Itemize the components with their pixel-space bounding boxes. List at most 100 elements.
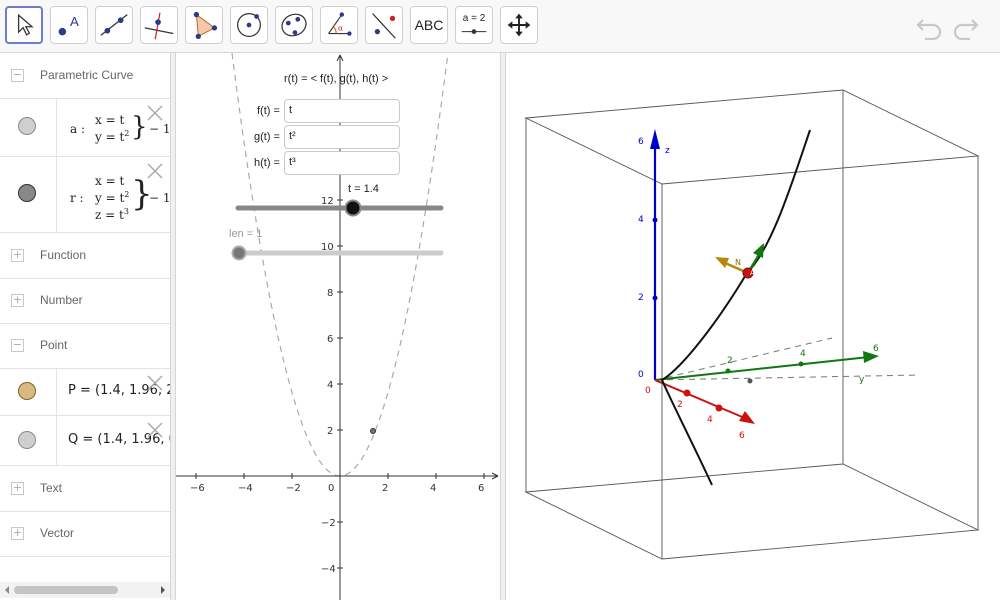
row-separator [56, 415, 57, 465]
y-tick-label: 2 [727, 356, 733, 366]
row-separator [56, 368, 57, 415]
list-item-curve-a[interactable]: a : x = t y = t2 } − 10 [0, 98, 170, 157]
undo-button[interactable] [915, 12, 945, 41]
z-axis-label: z [665, 146, 670, 156]
angle-icon: α [328, 12, 352, 36]
delete-icon[interactable] [146, 374, 164, 392]
line-tool-button[interactable] [95, 6, 133, 44]
arrow-cursor-icon [18, 13, 34, 36]
chevron-right-icon[interactable] [158, 582, 168, 598]
text-tool-button[interactable]: ABC [410, 6, 448, 44]
slider-t-knob [344, 199, 362, 217]
x-tick-label: 4 [707, 415, 713, 425]
x-tick-label: 0 [645, 386, 651, 396]
h-input-value: t³ [289, 156, 296, 168]
visibility-toggle-icon[interactable] [18, 382, 36, 400]
expand-icon[interactable]: + [11, 527, 24, 540]
view-divider[interactable] [500, 53, 506, 600]
delete-icon[interactable] [146, 104, 164, 122]
point-p-label: A [750, 269, 755, 277]
toolbar: A α ABC a = 2 [0, 0, 1000, 53]
g-input[interactable]: t² [284, 125, 400, 149]
bounding-box [524, 89, 980, 560]
group-label: Parametric Curve [40, 68, 134, 82]
redo-icon [953, 19, 979, 41]
circle-tool-button[interactable] [230, 6, 268, 44]
curve-name: r : [70, 191, 84, 205]
x-axis-arrow [739, 411, 755, 424]
graphics-3d-canvas: y z 6 4 2 0 2 4 6 0 2 4 6 N A [524, 89, 980, 560]
y-tick-label: 4 [327, 380, 333, 391]
y-axis-label: y [859, 375, 865, 385]
slider-len-label: len = 1 [229, 228, 263, 240]
text-tool-label: ABC [414, 17, 444, 33]
x-tick-label: −4 [238, 483, 253, 494]
z-axis-arrow [650, 129, 660, 149]
slider-t-label: t = 1.4 [348, 183, 379, 195]
perpendicular-line-tool-button[interactable] [140, 6, 178, 44]
group-text[interactable]: + Text [0, 466, 170, 512]
row-separator [56, 156, 57, 232]
x-tick-label: 6 [739, 431, 745, 441]
group-point[interactable]: − Point [0, 323, 170, 369]
slider-tool-button[interactable]: a = 2 [455, 6, 493, 44]
g-input-value: t² [289, 130, 296, 142]
group-label: Point [40, 338, 68, 352]
projection-point-q [747, 378, 753, 384]
chevron-left-icon[interactable] [2, 582, 12, 598]
ellipse-icon [281, 13, 307, 37]
collapse-icon[interactable]: − [11, 339, 24, 352]
scrollbar-thumb[interactable] [14, 586, 118, 594]
conic-tool-button[interactable] [275, 6, 313, 44]
y-tick-label: 6 [873, 344, 879, 354]
group-vector[interactable]: + Vector [0, 511, 170, 557]
polygon-icon [193, 11, 218, 40]
graphics-view-2d[interactable]: −6 −4 −2 0 2 4 6 12 10 8 6 4 2 −2 −4 r(t) = < f(t), g… [176, 53, 500, 600]
group-parametric-curve[interactable]: − Parametric Curve [0, 53, 170, 99]
curve-x-eq: x = t [95, 113, 125, 127]
expand-icon[interactable]: + [11, 249, 24, 262]
algebra-view: − Parametric Curve a : x = t y = t2 } − … [0, 53, 171, 600]
angle-tool-button[interactable]: α [320, 6, 358, 44]
group-label: Vector [40, 526, 75, 540]
polygon-tool-button[interactable] [185, 6, 223, 44]
group-function[interactable]: + Function [0, 233, 170, 279]
list-item-point-q[interactable]: Q = (1.4, 1.96, 0 [0, 415, 170, 466]
visibility-toggle-icon[interactable] [18, 184, 36, 202]
visibility-toggle-icon[interactable] [18, 431, 36, 449]
visibility-toggle-icon[interactable] [18, 117, 36, 135]
list-item-curve-r[interactable]: r : x = t y = t2 z = t3 } − 10 [0, 156, 170, 233]
y-tick-label: 2 [327, 426, 333, 437]
reflect-icon [372, 13, 396, 39]
curve-y-eq-text: y = t [95, 191, 125, 205]
group-number[interactable]: + Number [0, 278, 170, 324]
graphics-view-3d[interactable]: y z 6 4 2 0 2 4 6 0 2 4 6 N A [507, 53, 1000, 600]
slider-icon [461, 29, 487, 34]
h-input[interactable]: t³ [284, 151, 400, 175]
reflect-tool-button[interactable] [365, 6, 403, 44]
curve-z-eq-text: z = t [95, 208, 124, 222]
y-tick-label: 8 [327, 288, 333, 299]
move-tool-button[interactable] [5, 6, 43, 44]
delete-icon[interactable] [146, 421, 164, 439]
curve-projection-line [655, 337, 833, 381]
list-item-point-p[interactable]: P = (1.4, 1.96, 2 [0, 368, 170, 416]
delete-icon[interactable] [146, 162, 164, 180]
z-tick-label: 0 [638, 370, 644, 380]
redo-button[interactable] [950, 12, 980, 41]
z-tick-label: 2 [638, 293, 644, 303]
z-tick-label: 6 [638, 137, 644, 147]
point-tool-button[interactable]: A [50, 6, 88, 44]
f-input-value: t [289, 104, 293, 116]
circle-icon [237, 13, 261, 37]
horizontal-scrollbar[interactable] [0, 582, 170, 598]
f-input-label: f(t) = [257, 105, 280, 117]
expand-icon[interactable]: + [11, 482, 24, 495]
move-graphics-tool-button[interactable] [500, 6, 538, 44]
group-label: Number [40, 293, 83, 307]
collapse-icon[interactable]: − [11, 69, 24, 82]
f-input[interactable]: t [284, 99, 400, 123]
x-tick-label: 2 [382, 483, 388, 494]
g-input-label: g(t) = [254, 131, 280, 143]
expand-icon[interactable]: + [11, 294, 24, 307]
